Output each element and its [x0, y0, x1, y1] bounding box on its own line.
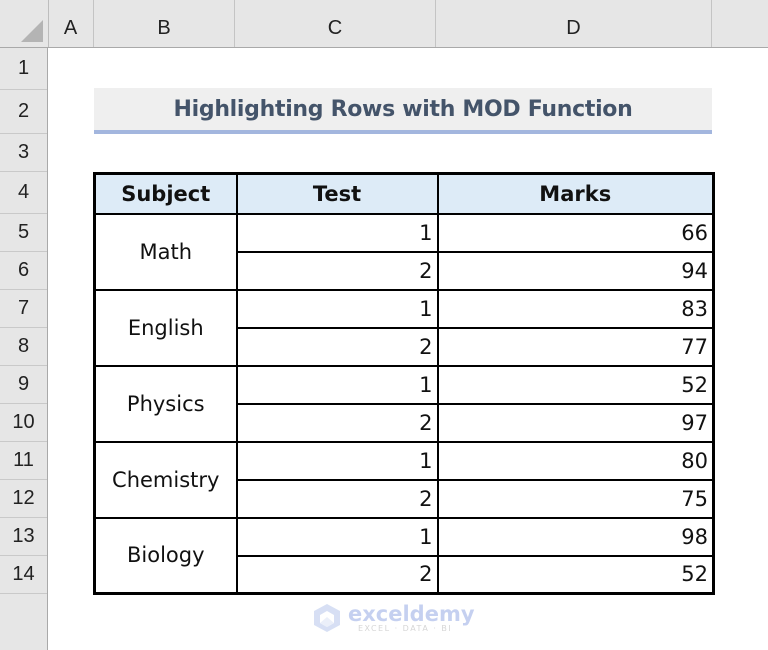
row-header-9[interactable]: 9 — [0, 366, 47, 404]
subject-cell[interactable]: Biology — [93, 516, 238, 595]
row-header-6[interactable]: 6 — [0, 252, 47, 290]
header-marks[interactable]: Marks — [436, 172, 715, 215]
marks-cell[interactable]: 80 — [436, 440, 715, 481]
column-header-e[interactable] — [712, 0, 768, 47]
table-row: Biology 1 98 — [93, 516, 715, 595]
marks-cell[interactable]: 52 — [436, 554, 715, 595]
exceldemy-logo-icon — [314, 604, 340, 632]
table-row: Math 1 66 — [93, 212, 715, 291]
subject-cell[interactable]: Physics — [93, 364, 238, 443]
row-header-1[interactable]: 1 — [0, 48, 47, 90]
table-header-row: Subject Test Marks — [93, 172, 715, 215]
watermark-name: exceldemy — [348, 601, 475, 626]
sheet-title[interactable]: Highlighting Rows with MOD Function — [94, 88, 712, 134]
column-header-c[interactable]: C — [235, 0, 436, 47]
table-row: Chemistry 1 80 — [93, 440, 715, 519]
exceldemy-watermark: exceldemy EXCEL · DATA · BI — [312, 603, 475, 633]
row-header-10[interactable]: 10 — [0, 404, 47, 442]
marks-cell[interactable]: 97 — [436, 402, 715, 443]
row-header-8[interactable]: 8 — [0, 328, 47, 366]
header-test[interactable]: Test — [235, 172, 439, 215]
marks-cell[interactable]: 94 — [436, 250, 715, 291]
marks-table: Subject Test Marks Math 1 66 2 94 Englis… — [93, 172, 715, 595]
test-cell[interactable]: 2 — [235, 326, 439, 367]
subject-cell[interactable]: English — [93, 288, 238, 367]
row-header-4[interactable]: 4 — [0, 172, 47, 214]
test-cell[interactable]: 1 — [235, 516, 439, 557]
select-all-button[interactable] — [0, 0, 49, 47]
test-cell[interactable]: 1 — [235, 212, 439, 253]
row-header-3[interactable]: 3 — [0, 134, 47, 172]
marks-cell[interactable]: 98 — [436, 516, 715, 557]
test-cell[interactable]: 2 — [235, 554, 439, 595]
test-cell[interactable]: 1 — [235, 288, 439, 329]
subject-cell[interactable]: Chemistry — [93, 440, 238, 519]
column-header-a[interactable]: A — [48, 0, 94, 47]
test-cell[interactable]: 2 — [235, 402, 439, 443]
test-cell[interactable]: 1 — [235, 364, 439, 405]
test-cell[interactable]: 1 — [235, 440, 439, 481]
marks-cell[interactable]: 66 — [436, 212, 715, 253]
column-header-bar: A B C D — [0, 0, 768, 48]
row-header-5[interactable]: 5 — [0, 214, 47, 252]
marks-cell[interactable]: 77 — [436, 326, 715, 367]
row-header-7[interactable]: 7 — [0, 290, 47, 328]
test-cell[interactable]: 2 — [235, 250, 439, 291]
table-row: English 1 83 — [93, 288, 715, 367]
subject-cell[interactable]: Math — [93, 212, 238, 291]
row-header-2[interactable]: 2 — [0, 90, 47, 134]
header-subject[interactable]: Subject — [93, 172, 238, 215]
marks-cell[interactable]: 83 — [436, 288, 715, 329]
test-cell[interactable]: 2 — [235, 478, 439, 519]
marks-cell[interactable]: 75 — [436, 478, 715, 519]
row-header-12[interactable]: 12 — [0, 480, 47, 518]
column-header-b[interactable]: B — [94, 0, 235, 47]
table-row: Physics 1 52 — [93, 364, 715, 443]
row-header-11[interactable]: 11 — [0, 442, 47, 480]
marks-cell[interactable]: 52 — [436, 364, 715, 405]
column-header-d[interactable]: D — [436, 0, 712, 47]
row-header-14[interactable]: 14 — [0, 556, 47, 594]
select-all-triangle-icon — [21, 20, 43, 42]
row-header-13[interactable]: 13 — [0, 518, 47, 556]
